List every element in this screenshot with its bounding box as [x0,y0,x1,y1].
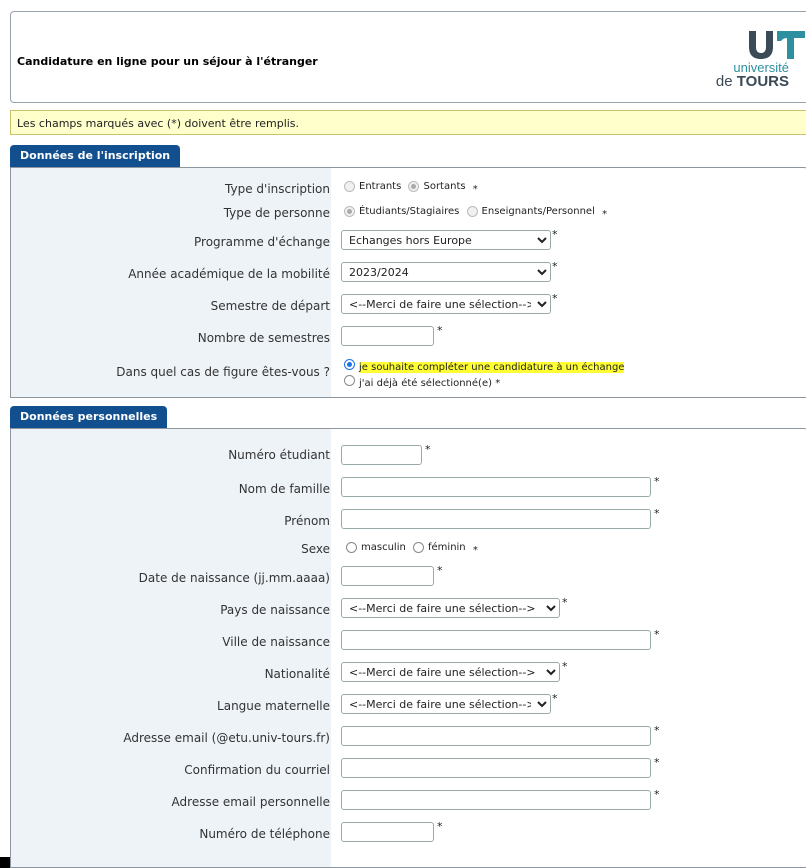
university-logo: université de TOURS [701,27,805,99]
label-langue: Langue maternelle [217,699,330,713]
programme-select[interactable]: Echanges hors Europe [341,230,551,250]
page: Candidature en ligne pour un séjour à l'… [0,0,806,868]
type-personne-radios: Étudiants/Stagiaires Enseignants/Personn… [344,206,607,220]
required-mark: * [495,378,501,389]
label-programme: Programme d'échange [194,235,330,249]
label-semestre: Semestre de départ [210,299,330,313]
annee-select[interactable]: 2023/2024 [341,262,551,282]
label-nationalite: Nationalité [264,667,330,681]
radio-candidature[interactable]: je souhaite compléter une candidature à … [344,359,625,375]
label-email: Adresse email (@etu.univ-tours.fr) [123,731,330,745]
required-mark: * [437,324,443,337]
required-mark: * [552,228,558,241]
date-naissance-input[interactable] [341,566,434,586]
required-mark: * [654,724,660,737]
label-confirm: Confirmation du courriel [184,763,330,777]
required-mark: * [552,292,558,305]
section-inscription: Type d'inscription Entrants Sortants * T… [10,167,806,398]
label-type-inscription: Type d'inscription [225,182,330,196]
section-personnelles: Numéro étudiant * Nom de famille * Préno… [10,428,806,868]
required-mark: * [562,660,568,673]
radio-feminin[interactable]: féminin [413,542,466,553]
required-mark: * [654,628,660,641]
langue-select[interactable]: <--Merci de faire une sélection--> [341,694,551,714]
radio-entrants[interactable]: Entrants [344,181,401,192]
radio-masculin[interactable]: masculin [346,542,406,553]
email-perso-input[interactable] [341,790,651,810]
ut-logo-icon [749,31,805,59]
telephone-input[interactable] [341,822,434,842]
required-mark: * [654,507,660,520]
radio-selectionne[interactable]: j'ai déjà été sélectionné(e) * [344,375,624,391]
sexe-radios: masculin féminin * [346,542,478,556]
radio-enseignants[interactable]: Enseignants/Personnel [466,206,595,217]
header: Candidature en ligne pour un séjour à l'… [10,11,806,103]
label-naissance: Date de naissance (jj.mm.aaaa) [138,571,330,585]
nationalite-select[interactable]: <--Merci de faire une sélection--> [341,662,560,682]
label-telephone: Numéro de téléphone [199,827,330,841]
label-type-personne: Type de personne [223,206,330,220]
label-prenom: Prénom [284,514,330,528]
logo-text-tours: de TOURS [715,73,789,90]
label-nom: Nom de famille [238,482,330,496]
label-ville: Ville de naissance [222,635,330,649]
label-sexe: Sexe [301,542,330,556]
radio-sortants[interactable]: Sortants [408,181,466,192]
required-mark: * [654,475,660,488]
label-email-perso: Adresse email personnelle [171,795,330,809]
label-nb-semestres: Nombre de semestres [197,331,330,345]
label-annee: Année académique de la mobilité [128,267,330,281]
required-mark: * [437,820,443,833]
label-numero: Numéro étudiant [228,448,330,462]
label-column [11,168,331,397]
required-mark: * [562,596,568,609]
cas-radios: je souhaite compléter une candidature à … [344,359,625,391]
required-mark: * [472,545,478,556]
prenom-input[interactable] [341,509,651,529]
required-mark: * [552,692,558,705]
radio-etudiants[interactable]: Étudiants/Stagiaires [344,206,459,217]
required-mark: * [654,788,660,801]
required-mark: * [654,756,660,769]
required-mark: * [472,184,478,195]
nom-input[interactable] [341,477,651,497]
label-pays: Pays de naissance [220,603,330,617]
required-mark: * [552,260,558,273]
email-input[interactable] [341,726,651,746]
required-fields-notice: Les champs marqués avec (*) doivent être… [10,110,806,135]
section-tab-inscription: Données de l'inscription [10,145,181,167]
confirm-email-input[interactable] [341,758,651,778]
numero-etudiant-input[interactable] [341,445,422,465]
type-inscription-radios: Entrants Sortants * [344,181,478,195]
section-tab-personnelles: Données personnelles [10,406,168,428]
required-mark: * [425,443,431,456]
pays-naissance-select[interactable]: <--Merci de faire une sélection--> [341,598,560,618]
required-mark: * [602,209,608,220]
nb-semestres-input[interactable] [341,326,434,346]
label-cas: Dans quel cas de figure êtes-vous ? [116,365,330,379]
semestre-select[interactable]: <--Merci de faire une sélection--> [341,294,551,314]
required-mark: * [437,564,443,577]
ville-naissance-input[interactable] [341,630,651,650]
page-title: Candidature en ligne pour un séjour à l'… [17,55,318,68]
